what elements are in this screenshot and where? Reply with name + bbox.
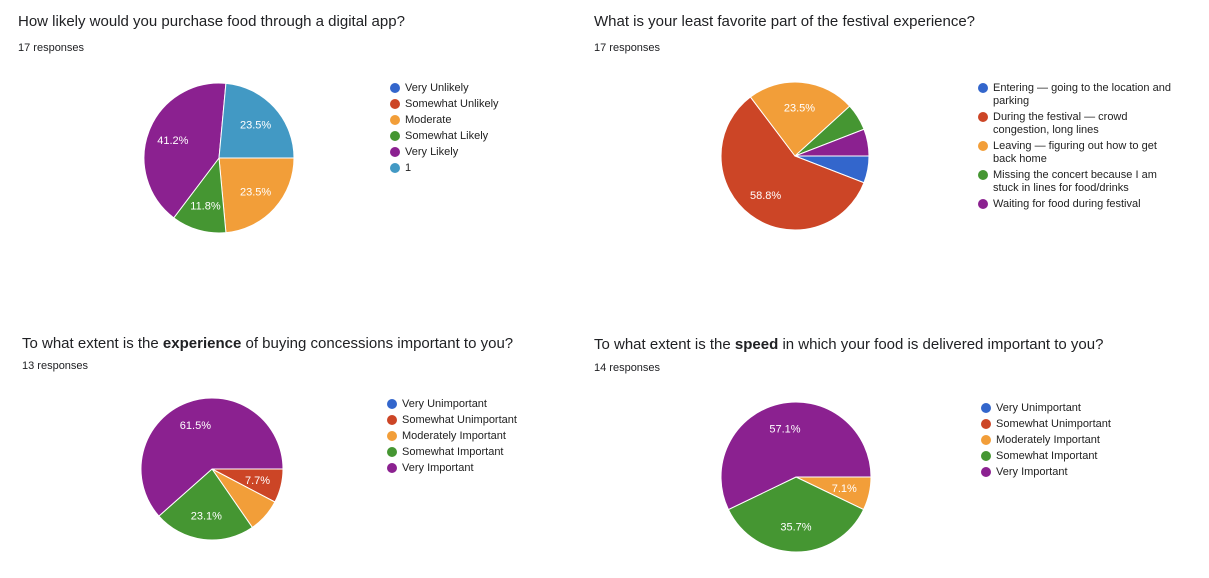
title-text: of buying concessions important to you? <box>241 335 514 352</box>
legend-item: Moderately Important <box>981 434 1151 447</box>
legend-item: 1 <box>390 162 550 175</box>
legend-item: Moderately Important <box>387 430 557 443</box>
legend-item: Very Important <box>981 466 1151 479</box>
legend-label: Somewhat Likely <box>405 130 489 142</box>
legend-color-dot-icon <box>387 399 397 409</box>
slice-percent-label: 41.2% <box>157 135 188 147</box>
legend-color-dot-icon <box>390 115 400 125</box>
legend-label: Somewhat Unlikely <box>405 98 499 110</box>
legend-item: Leaving — figuring out how to get back h… <box>978 140 1178 166</box>
title-emphasis: speed <box>734 336 779 353</box>
chart-title: How likely would you purchase food throu… <box>18 13 405 30</box>
legend-item: Very Unimportant <box>981 402 1151 415</box>
chart-legend: Very Unimportant Somewhat Unimportant Mode… <box>387 398 557 478</box>
legend-item: Very Important <box>387 462 557 475</box>
legend-item: Entering — going to the location and par… <box>978 82 1178 108</box>
legend-label: Moderate <box>405 114 452 126</box>
legend-label: Very Unimportant <box>996 402 1081 414</box>
legend-item: Very Likely <box>390 146 550 159</box>
legend-label: Very Unlikely <box>405 82 469 94</box>
legend-color-dot-icon <box>387 463 397 473</box>
legend-label: Very Important <box>402 462 474 474</box>
pie-chart: 7.1% 35.7% 57.1% <box>720 401 872 553</box>
legend-label: Waiting for food during festival <box>993 198 1141 210</box>
legend-color-dot-icon <box>981 403 991 413</box>
legend-item: Somewhat Unlikely <box>390 98 550 111</box>
legend-item: Somewhat Likely <box>390 130 550 143</box>
legend-color-dot-icon <box>390 147 400 157</box>
legend-label: Very Unimportant <box>402 398 487 410</box>
legend-label: Very Important <box>996 466 1068 478</box>
legend-color-dot-icon <box>390 163 400 173</box>
legend-color-dot-icon <box>978 112 988 122</box>
legend-item: Very Unimportant <box>387 398 557 411</box>
slice-percent-label: 61.5% <box>180 420 211 432</box>
chart-legend: Very Unimportant Somewhat Unimportant Mode… <box>981 402 1151 482</box>
legend-color-dot-icon <box>387 415 397 425</box>
title-text: How likely would you purchase food throu… <box>18 13 405 30</box>
legend-color-dot-icon <box>978 83 988 93</box>
legend-label: Moderately Important <box>996 434 1100 446</box>
legend-item: Waiting for food during festival <box>978 198 1178 211</box>
response-count: 17 responses <box>594 42 661 54</box>
title-text: What is your least favorite part of the … <box>594 13 976 30</box>
slice-percent-label: 58.8% <box>750 190 781 202</box>
title-emphasis: experience <box>162 335 242 352</box>
chart-title: To what extent is the speed in which you… <box>594 336 1103 353</box>
response-count: 13 responses <box>22 360 89 372</box>
legend-color-dot-icon <box>978 199 988 209</box>
legend-label: Somewhat Unimportant <box>996 418 1111 430</box>
slice-percent-label: 35.7% <box>780 522 811 534</box>
legend-label: Leaving — figuring out how to get back h… <box>993 140 1157 165</box>
legend-color-dot-icon <box>387 431 397 441</box>
title-text: To what extent is the <box>594 336 735 353</box>
legend-item: Moderate <box>390 114 550 127</box>
legend-label: Entering — going to the location and par… <box>993 82 1171 107</box>
legend-label: Somewhat Important <box>996 450 1098 462</box>
legend-label: Somewhat Unimportant <box>402 414 517 426</box>
legend-item: During the festival — crowd congestion, … <box>978 111 1178 137</box>
legend-item: Somewhat Unimportant <box>981 418 1151 431</box>
slice-percent-label: 23.5% <box>240 120 271 132</box>
legend-label: During the festival — crowd congestion, … <box>993 111 1128 136</box>
chart-legend: Very Unlikely Somewhat Unlikely Moderate So… <box>390 82 550 178</box>
legend-item: Missing the concert because I am stuck i… <box>978 169 1178 195</box>
legend-item: Somewhat Unimportant <box>387 414 557 427</box>
legend-color-dot-icon <box>981 467 991 477</box>
slice-percent-label: 23.1% <box>191 511 222 523</box>
legend-color-dot-icon <box>978 141 988 151</box>
chart-title: To what extent is the experience of buyi… <box>22 335 513 352</box>
slice-percent-label: 23.5% <box>784 102 815 114</box>
response-count: 17 responses <box>18 42 85 54</box>
legend-color-dot-icon <box>981 419 991 429</box>
legend-color-dot-icon <box>390 99 400 109</box>
legend-label: Somewhat Important <box>402 446 504 458</box>
slice-percent-label: 23.5% <box>240 186 271 198</box>
legend-label: Moderately Important <box>402 430 506 442</box>
legend-label: Very Likely <box>405 146 459 158</box>
legend-item: Somewhat Important <box>387 446 557 459</box>
chart-title: What is your least favorite part of the … <box>594 13 975 30</box>
slice-percent-label: 7.1% <box>832 483 857 495</box>
title-text: To what extent is the <box>22 335 163 352</box>
legend-color-dot-icon <box>981 451 991 461</box>
chart-legend: Entering — going to the location and par… <box>978 82 1178 214</box>
slice-percent-label: 57.1% <box>769 424 800 436</box>
slice-percent-label: 11.8% <box>190 201 221 213</box>
response-count: 14 responses <box>594 362 661 374</box>
legend-color-dot-icon <box>978 170 988 180</box>
legend-color-dot-icon <box>387 447 397 457</box>
legend-color-dot-icon <box>390 83 400 93</box>
slice-percent-label: 7.7% <box>245 475 270 487</box>
title-text: in which your food is delivered importan… <box>778 336 1104 353</box>
legend-item: Very Unlikely <box>390 82 550 95</box>
legend-color-dot-icon <box>390 131 400 141</box>
legend-color-dot-icon <box>981 435 991 445</box>
legend-label: 1 <box>405 162 412 174</box>
legend-label: Missing the concert because I am stuck i… <box>993 169 1157 194</box>
legend-item: Somewhat Important <box>981 450 1151 463</box>
